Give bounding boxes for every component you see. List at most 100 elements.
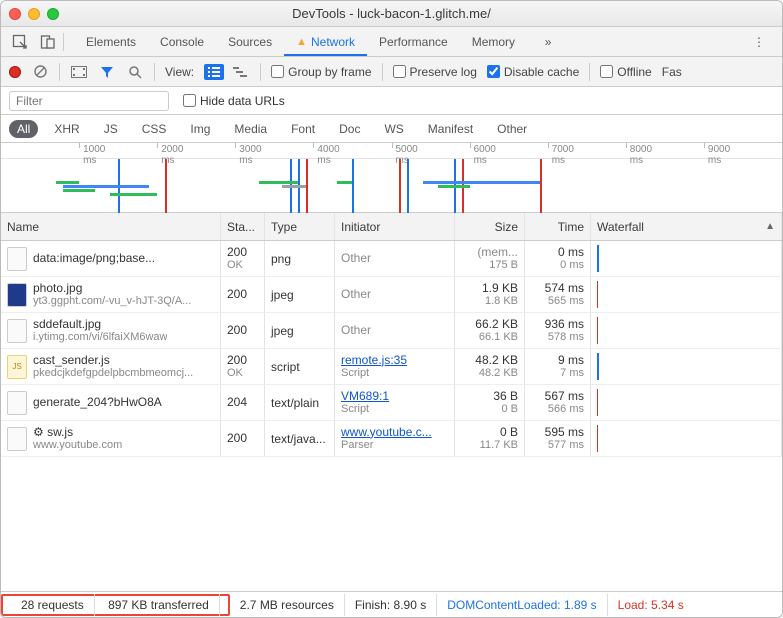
divider [382, 63, 383, 81]
cell-waterfall [591, 313, 782, 348]
search-icon[interactable] [126, 63, 144, 81]
throttling-label[interactable]: Fas [662, 65, 682, 79]
initiator-link[interactable]: remote.js:35 [341, 353, 407, 367]
request-name: ⚙ sw.js [33, 425, 122, 439]
request-name: data:image/png;base... [33, 251, 155, 265]
network-toolbar: View: Group by frame Preserve log Disabl… [1, 57, 782, 87]
titlebar: DevTools - luck-bacon-1.glitch.me/ [1, 1, 782, 27]
filter-icon[interactable] [98, 63, 116, 81]
panel-tabs: ElementsConsoleSources▲NetworkPerformanc… [74, 28, 527, 56]
offline-checkbox[interactable]: Offline [600, 65, 651, 79]
timeline-canvas [1, 159, 782, 213]
overview-bar [259, 181, 298, 184]
request-host: www.youtube.com [33, 439, 122, 452]
request-name: photo.jpg [33, 281, 191, 295]
filter-input[interactable] [9, 91, 169, 111]
more-tabs-icon[interactable]: » [535, 31, 561, 53]
initiator-link: Other [341, 323, 371, 337]
initiator-link[interactable]: www.youtube.c... [341, 425, 432, 439]
typefilter-img[interactable]: Img [182, 120, 218, 138]
initiator-link[interactable]: VM689:1 [341, 389, 389, 403]
tab-network[interactable]: ▲Network [284, 28, 367, 56]
typefilter-other[interactable]: Other [489, 120, 535, 138]
filter-bar: Hide data URLs [1, 87, 782, 115]
group-by-frame-checkbox[interactable]: Group by frame [271, 65, 371, 79]
col-time[interactable]: Time [525, 213, 591, 240]
kebab-menu-icon[interactable]: ⋮ [746, 31, 772, 53]
divider [589, 63, 590, 81]
overview-bar [282, 185, 305, 188]
transferred-size: 897 KB transferred [98, 594, 220, 616]
table-row[interactable]: generate_204?bHwO8A204text/plainVM689:1S… [1, 385, 782, 421]
typefilter-media[interactable]: Media [226, 120, 275, 138]
cell-waterfall [591, 277, 782, 312]
cell-status: 200 [221, 313, 265, 348]
requests-count: 28 requests [11, 594, 95, 616]
overview-marker [165, 159, 167, 213]
timeline-overview[interactable]: 1000 ms2000 ms3000 ms4000 ms5000 ms6000 … [1, 143, 782, 213]
col-waterfall[interactable]: Waterfall▲ [591, 213, 782, 240]
typefilter-js[interactable]: JS [96, 120, 126, 138]
col-type[interactable]: Type [265, 213, 335, 240]
table-row[interactable]: data:image/png;base...200OKpngOther(mem.… [1, 241, 782, 277]
typefilter-css[interactable]: CSS [134, 120, 175, 138]
file-icon [7, 247, 27, 271]
devtools-window: DevTools - luck-bacon-1.glitch.me/ Eleme… [0, 0, 783, 618]
cell-initiator: www.youtube.c...Parser [335, 421, 455, 456]
file-icon [7, 319, 27, 343]
cell-type: png [265, 241, 335, 276]
col-size[interactable]: Size [455, 213, 525, 240]
cell-status: 204 [221, 385, 265, 420]
tab-memory[interactable]: Memory [460, 28, 527, 56]
typefilter-ws[interactable]: WS [376, 120, 411, 138]
table-row[interactable]: photo.jpgyt3.ggpht.com/-vu_v-hJT-3Q/A...… [1, 277, 782, 313]
warning-icon: ▲ [296, 36, 307, 48]
cell-initiator: Other [335, 313, 455, 348]
table-body[interactable]: data:image/png;base...200OKpngOther(mem.… [1, 241, 782, 591]
typefilter-doc[interactable]: Doc [331, 120, 368, 138]
record-button[interactable] [9, 66, 21, 78]
summary-highlight: 28 requests 897 KB transferred [1, 594, 230, 616]
tab-sources[interactable]: Sources [216, 28, 284, 56]
col-name[interactable]: Name [1, 213, 221, 240]
col-status[interactable]: Sta... [221, 213, 265, 240]
table-row[interactable]: sddefault.jpgi.ytimg.com/vi/6lfaiXM6waw2… [1, 313, 782, 349]
panel-tabbar: ElementsConsoleSources▲NetworkPerformanc… [1, 27, 782, 57]
device-toggle-icon[interactable] [35, 31, 61, 53]
table-row[interactable]: JScast_sender.jspkedcjkdefgpdelpbcmbmeom… [1, 349, 782, 385]
typefilter-xhr[interactable]: XHR [46, 120, 87, 138]
typefilter-manifest[interactable]: Manifest [420, 120, 481, 138]
sort-asc-icon: ▲ [765, 221, 775, 232]
load-time: Load: 5.34 s [608, 594, 694, 616]
cell-time: 574 ms565 ms [525, 277, 591, 312]
overview-bar [110, 193, 157, 196]
tab-performance[interactable]: Performance [367, 28, 460, 56]
list-view-button[interactable] [204, 64, 224, 80]
cell-size: 66.2 KB66.1 KB [455, 313, 525, 348]
window-title: DevTools - luck-bacon-1.glitch.me/ [1, 6, 782, 21]
cell-type: text/plain [265, 385, 335, 420]
cell-status: 200OK [221, 241, 265, 276]
cell-waterfall [591, 421, 782, 456]
overview-bar [337, 181, 353, 184]
cell-status: 200OK [221, 349, 265, 384]
file-icon [7, 283, 27, 307]
divider [59, 63, 60, 81]
waterfall-view-button[interactable] [230, 64, 250, 80]
preserve-log-checkbox[interactable]: Preserve log [393, 65, 477, 79]
hide-data-urls-checkbox[interactable]: Hide data URLs [183, 94, 285, 108]
cell-size: 36 B0 B [455, 385, 525, 420]
cell-type: text/java... [265, 421, 335, 456]
table-row[interactable]: ⚙ sw.jswww.youtube.com200text/java...www… [1, 421, 782, 457]
typefilter-font[interactable]: Font [283, 120, 323, 138]
col-initiator[interactable]: Initiator [335, 213, 455, 240]
inspect-element-icon[interactable] [7, 31, 33, 53]
clear-icon[interactable] [31, 63, 49, 81]
cell-initiator: remote.js:35Script [335, 349, 455, 384]
disable-cache-checkbox[interactable]: Disable cache [487, 65, 579, 79]
typefilter-all[interactable]: All [9, 120, 38, 138]
filmstrip-icon[interactable] [70, 63, 88, 81]
tab-elements[interactable]: Elements [74, 28, 148, 56]
tab-console[interactable]: Console [148, 28, 216, 56]
divider [260, 63, 261, 81]
